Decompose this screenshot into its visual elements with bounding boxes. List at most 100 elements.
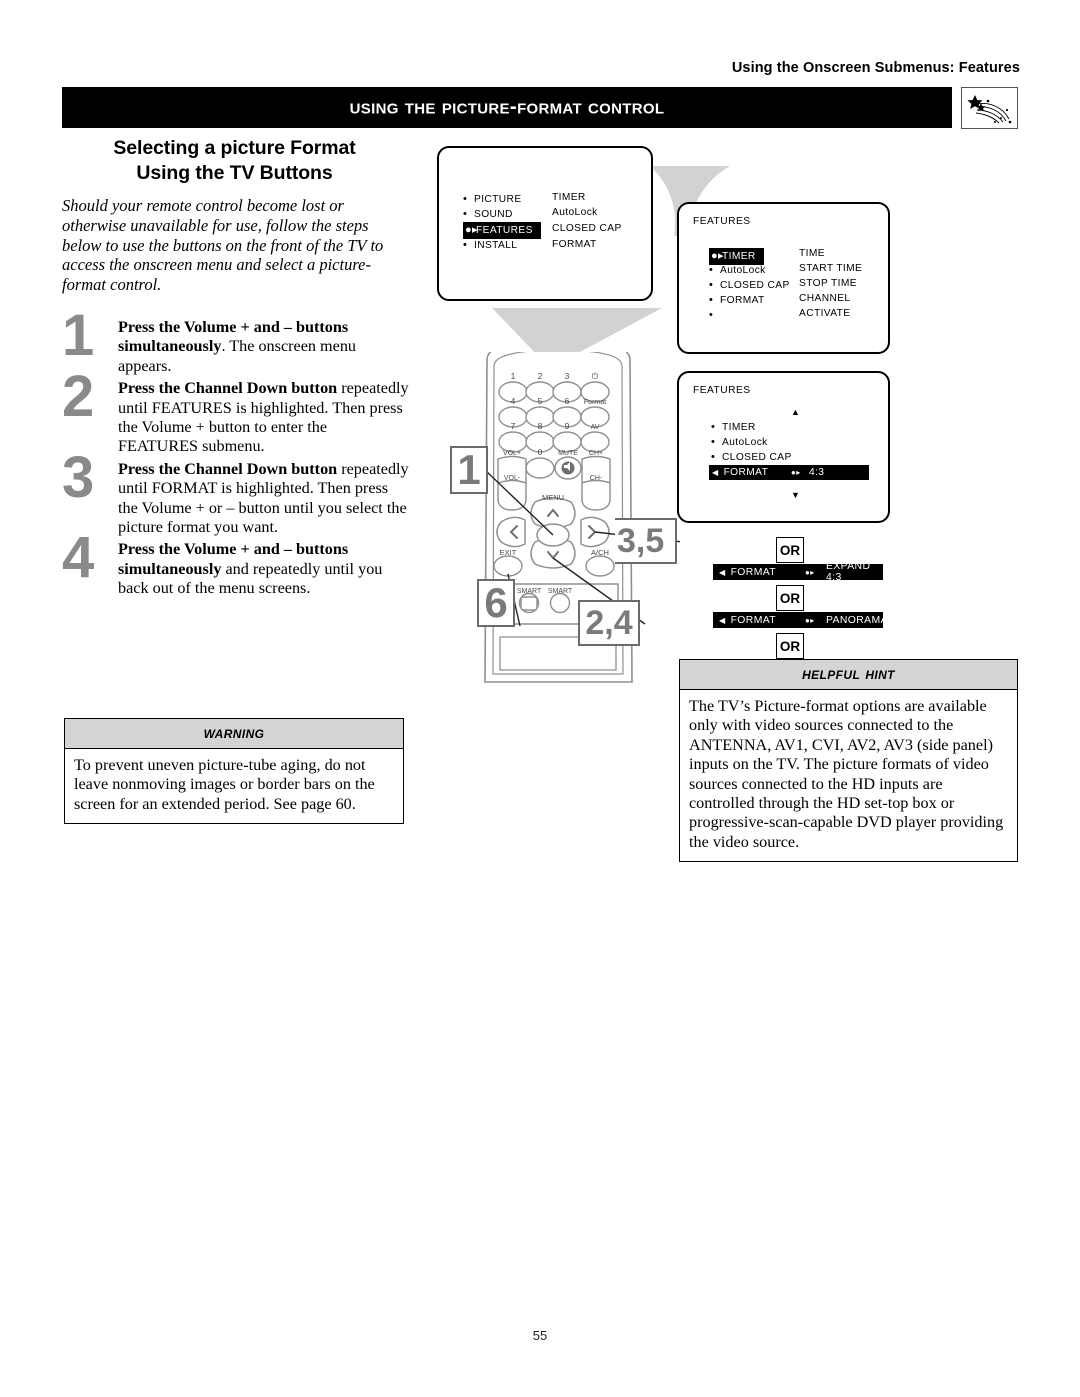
section-heading-line2: Using the TV Buttons — [136, 162, 333, 184]
bullet-icon: • — [463, 238, 468, 251]
svg-text:⏻: ⏻ — [592, 371, 599, 381]
step-item: 2 Press the Channel Down button repeated… — [62, 368, 410, 457]
step-text: Press the Volume + and – buttons simulta… — [118, 318, 410, 376]
adjust-arrows-icon: ●▸ — [791, 468, 801, 477]
bullet-icon: • — [711, 420, 716, 433]
warning-callout: Warning To prevent uneven picture-tube a… — [64, 718, 404, 825]
shooting-star-icon — [961, 87, 1018, 129]
bullet-icon: • — [709, 293, 714, 306]
svg-text:EXIT: EXIT — [500, 548, 517, 557]
features-value-channel: CHANNEL — [799, 293, 851, 304]
updown-cursor-icon: ●▸ — [711, 249, 724, 262]
osd-screen-title: FEATURES — [693, 216, 751, 227]
format-bar-panorama[interactable]: ◀ FORMAT ●▸ PANORAMA — [713, 612, 888, 628]
or-box-1: OR — [776, 537, 804, 563]
features-item-autolock[interactable]: • AutoLock — [709, 263, 766, 277]
updown-cursor-icon: ●▸ — [465, 223, 478, 236]
running-head: Using the Onscreen Submenus: Features — [731, 60, 1020, 76]
menu-item-install[interactable]: • INSTALL — [463, 238, 517, 252]
down-arrow-icon[interactable]: ▼ — [791, 490, 800, 500]
or-box-2: OR — [776, 585, 804, 611]
callout-step-1: 1 — [450, 446, 488, 494]
left-arrow-icon: ◀ — [719, 615, 726, 625]
svg-text:5: 5 — [538, 396, 543, 406]
menu-item-label: AutoLock — [722, 436, 768, 448]
menu-item-picture[interactable]: • PICTURE — [463, 192, 522, 206]
svg-text:CH+: CH+ — [589, 450, 603, 457]
svg-text:6: 6 — [565, 396, 570, 406]
menu-item-features[interactable]: ●▸ FEATURES — [463, 222, 541, 239]
features-value-activate: ACTIVATE — [799, 308, 851, 319]
menu-item-label: CLOSED CAP — [722, 451, 792, 463]
menu-item-label: TIMER — [722, 250, 756, 262]
warning-header: Warning — [65, 719, 403, 749]
step-text-bold: Press the Channel Down button — [118, 379, 338, 398]
page-title-bar: Using the Picture-format Control — [62, 87, 952, 128]
features-value-start-time: START TIME — [799, 263, 863, 274]
svg-text:8: 8 — [538, 421, 543, 431]
format-bar-expand[interactable]: ◀ FORMAT ●▸ EXPAND 4:3 — [713, 561, 883, 583]
features-item-empty: • — [709, 308, 720, 322]
bullet-icon: • — [711, 450, 716, 463]
features-item-closed-cap[interactable]: • CLOSED CAP — [709, 278, 790, 292]
menu-item-sound[interactable]: • SOUND — [463, 207, 513, 221]
left-column: Selecting a picture Format Using the TV … — [62, 136, 407, 295]
menu-item-label: INSTALL — [474, 239, 518, 251]
callout-step-6: 6 — [477, 579, 515, 627]
intro-paragraph: Should your remote control become lost o… — [62, 196, 384, 295]
step-item: 3 Press the Channel Down button repeated… — [62, 448, 410, 538]
step-text-bold: Press the Channel Down button — [118, 459, 338, 478]
bullet-icon: • — [711, 435, 716, 448]
hint-header: Helpful Hint — [680, 660, 1017, 690]
step-text: Press the Volume + and – buttons simulta… — [118, 540, 410, 598]
features-item-closed-cap[interactable]: • CLOSED CAP — [711, 450, 792, 464]
features-item-timer[interactable]: • TIMER — [711, 420, 756, 434]
callout-step-3-5: 3,5 — [615, 518, 677, 564]
svg-text:VOL-: VOL- — [504, 475, 521, 482]
step-text: Press the Channel Down button repeatedly… — [118, 379, 410, 457]
features-item-format-selected[interactable]: ◀ FORMAT ●▸ 4:3 — [709, 465, 869, 480]
bullet-icon: • — [463, 207, 468, 220]
submenu-item-timer: TIMER — [552, 192, 586, 203]
menu-item-label: TIMER — [722, 421, 756, 433]
features-value-time: TIME — [799, 248, 825, 259]
submenu-item-closed-cap: CLOSED CAP — [552, 223, 622, 234]
format-bar-value: PANORAMA — [826, 614, 888, 626]
format-bar-label: FORMAT — [730, 566, 777, 578]
step-number: 2 — [62, 364, 95, 430]
section-heading: Selecting a picture Format Using the TV … — [62, 136, 407, 186]
submenu-item-format: FORMAT — [552, 239, 597, 250]
or-box-3: OR — [776, 633, 804, 659]
svg-text:2: 2 — [538, 371, 543, 381]
svg-text:SMART: SMART — [517, 588, 542, 595]
format-value: 4:3 — [809, 467, 825, 478]
section-heading-line1: Selecting a picture Format — [113, 137, 356, 159]
helpful-hint-callout: Helpful Hint The TV’s Picture-format opt… — [679, 659, 1018, 863]
tv-features-screen-format: FEATURES ▲ • TIMER • AutoLock • CLOSED C… — [677, 371, 890, 523]
step-number: 1 — [62, 303, 95, 368]
menu-item-label: SOUND — [474, 208, 513, 220]
left-arrow-icon: ◀ — [712, 468, 719, 477]
step-number: 3 — [62, 444, 95, 510]
bullet-icon: • — [709, 278, 714, 291]
up-arrow-icon[interactable]: ▲ — [791, 407, 800, 417]
bullet-icon: • — [463, 192, 468, 205]
features-item-format[interactable]: • FORMAT — [709, 293, 765, 307]
menu-item-label: CLOSED CAP — [720, 279, 790, 291]
step-item: 1 Press the Volume + and – buttons simul… — [62, 307, 410, 376]
features-value-stop-time: STOP TIME — [799, 278, 857, 289]
page-number: 55 — [532, 1328, 548, 1343]
warning-body: To prevent uneven picture-tube aging, do… — [74, 756, 375, 813]
adjust-arrows-icon: ●▸ — [805, 567, 815, 577]
svg-text:9: 9 — [565, 421, 570, 431]
bullet-icon: • — [709, 308, 714, 321]
osd-screen-title: FEATURES — [693, 385, 751, 396]
svg-text:AV: AV — [591, 424, 600, 431]
format-bar-label: FORMAT — [730, 614, 777, 626]
svg-text:VOL+: VOL+ — [503, 450, 521, 457]
svg-text:4: 4 — [511, 396, 516, 406]
bullet-icon: • — [709, 263, 714, 276]
features-item-autolock[interactable]: • AutoLock — [711, 435, 768, 449]
tv-main-menu-screen: • PICTURE • SOUND ●▸ FEATURES • INSTALL … — [437, 146, 653, 301]
menu-item-label: FEATURES — [476, 224, 533, 236]
